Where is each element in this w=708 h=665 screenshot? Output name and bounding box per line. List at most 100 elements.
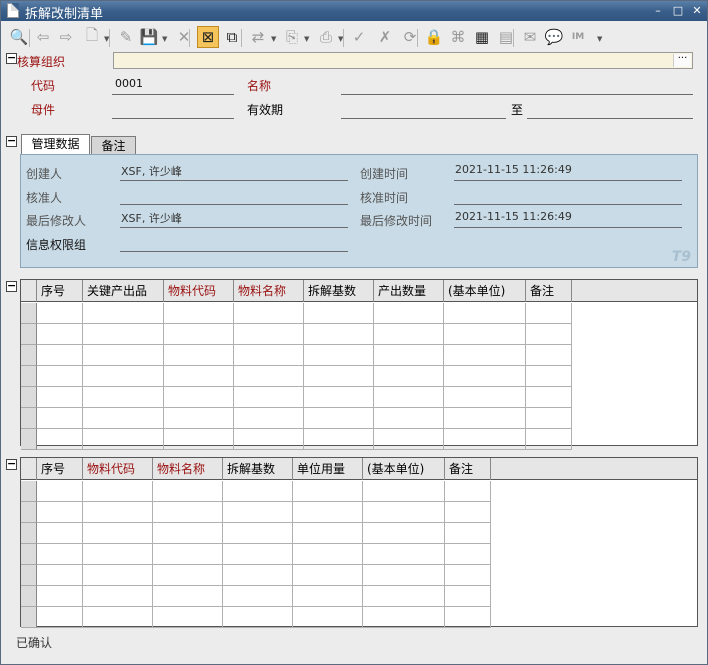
unaudit-icon[interactable]: ✗ (374, 26, 396, 48)
grid-cell[interactable] (83, 303, 164, 324)
grid-cell[interactable] (374, 429, 444, 450)
new-document-icon[interactable]: 🗋 (81, 26, 103, 48)
grid-cell[interactable] (444, 387, 526, 408)
code-value[interactable]: 0001 (115, 77, 143, 90)
grid-cell[interactable] (37, 481, 83, 502)
grid-cell[interactable] (444, 324, 526, 345)
grid-cell[interactable] (526, 303, 572, 324)
grid-cell[interactable] (445, 523, 491, 544)
grid-cell[interactable] (374, 324, 444, 345)
column-header[interactable]: 拆解基数 (223, 458, 293, 480)
grid-cell[interactable] (374, 303, 444, 324)
grid-cell[interactable] (444, 345, 526, 366)
grid-cell[interactable] (223, 586, 293, 607)
arrow-right-icon[interactable]: ⇨ (55, 26, 77, 48)
grid-cell[interactable] (363, 607, 445, 628)
column-header[interactable]: 物料代码 (164, 280, 234, 302)
grid-cell[interactable] (363, 565, 445, 586)
audit-icon[interactable]: ✓ (348, 26, 370, 48)
row-header[interactable] (21, 303, 37, 324)
grid-cell[interactable] (444, 408, 526, 429)
grid-cell[interactable] (234, 303, 304, 324)
row-header[interactable] (21, 429, 37, 450)
grid-cell[interactable] (37, 429, 83, 450)
grid-cell[interactable] (444, 303, 526, 324)
grid-cell[interactable] (153, 523, 223, 544)
row-header[interactable] (21, 366, 37, 387)
grid-cell[interactable] (363, 544, 445, 565)
grid-cell[interactable] (164, 303, 234, 324)
grid-cell[interactable] (223, 523, 293, 544)
grid-cell[interactable] (83, 408, 164, 429)
grid-cell[interactable] (234, 387, 304, 408)
grid-cell[interactable] (304, 345, 374, 366)
edit-icon[interactable]: ✎ (115, 26, 137, 48)
grid-cell[interactable] (83, 345, 164, 366)
column-header[interactable]: (基本单位) (444, 280, 526, 302)
grid-cell[interactable] (304, 429, 374, 450)
grid-cell[interactable] (164, 366, 234, 387)
column-header[interactable]: 物料名称 (234, 280, 304, 302)
grid-cell[interactable] (374, 366, 444, 387)
grid-cell[interactable] (83, 429, 164, 450)
copy-icon[interactable]: ⧉ (221, 26, 243, 48)
column-header[interactable]: 序号 (37, 280, 83, 302)
close-button[interactable]: ✕ (690, 4, 704, 18)
collapse-header-button[interactable]: − (6, 52, 17, 64)
row-header[interactable] (21, 387, 37, 408)
grid-cell[interactable] (223, 502, 293, 523)
dropdown-arrow-icon[interactable]: ▼ (271, 35, 276, 43)
grid-cell[interactable] (37, 408, 83, 429)
row-header[interactable] (21, 481, 37, 502)
grid-cell[interactable] (363, 523, 445, 544)
grid-cell[interactable] (83, 607, 153, 628)
grid-cell[interactable] (83, 366, 164, 387)
grid-cell[interactable] (526, 408, 572, 429)
lock-icon[interactable]: 🔒 (423, 26, 445, 48)
grid-cell[interactable] (526, 366, 572, 387)
row-header[interactable] (21, 565, 37, 586)
grid-cell[interactable] (37, 502, 83, 523)
grid-cell[interactable] (304, 303, 374, 324)
grid-cell[interactable] (445, 481, 491, 502)
grid-cell[interactable] (153, 502, 223, 523)
grid-cell[interactable] (304, 366, 374, 387)
column-header[interactable]: 拆解基数 (304, 280, 374, 302)
grid-cell[interactable] (153, 544, 223, 565)
grid-cell[interactable] (83, 544, 153, 565)
grid-cell[interactable] (164, 324, 234, 345)
row-header[interactable] (21, 345, 37, 366)
grid-cell[interactable] (526, 387, 572, 408)
dropdown-arrow-icon[interactable]: ▼ (304, 35, 309, 43)
print-icon[interactable]: ⎙ (315, 26, 337, 48)
grid-cell[interactable] (445, 565, 491, 586)
mail-icon[interactable]: ✉ (519, 26, 541, 48)
grid-cell[interactable] (293, 586, 363, 607)
arrow-left-icon[interactable]: ⇦ (32, 26, 54, 48)
grid-cell[interactable] (223, 544, 293, 565)
grid-cell[interactable] (234, 429, 304, 450)
grid-cell[interactable] (374, 345, 444, 366)
grid-cell[interactable] (445, 586, 491, 607)
attachment-icon[interactable]: ⌘ (447, 26, 469, 48)
link-icon[interactable]: ⇄ (247, 26, 269, 48)
grid-cell[interactable] (304, 387, 374, 408)
column-header[interactable]: 产出数量 (374, 280, 444, 302)
column-header[interactable]: 关键产出品 (83, 280, 164, 302)
org-input[interactable]: ··· (113, 52, 693, 69)
import-icon[interactable]: ⎘ (281, 26, 303, 48)
grid-cell[interactable] (526, 429, 572, 450)
column-header[interactable]: 物料名称 (153, 458, 223, 480)
grid-cell[interactable] (526, 324, 572, 345)
grid-cell[interactable] (293, 481, 363, 502)
grid-cell[interactable] (223, 607, 293, 628)
grid-cell[interactable] (37, 345, 83, 366)
row-header[interactable] (21, 607, 37, 628)
message-icon[interactable]: 💬 (543, 26, 565, 48)
grid-cell[interactable] (444, 366, 526, 387)
im-icon[interactable]: IM (567, 26, 589, 48)
row-header[interactable] (21, 523, 37, 544)
grid-cell[interactable] (304, 408, 374, 429)
grid-cell[interactable] (293, 523, 363, 544)
grid-cell[interactable] (153, 565, 223, 586)
